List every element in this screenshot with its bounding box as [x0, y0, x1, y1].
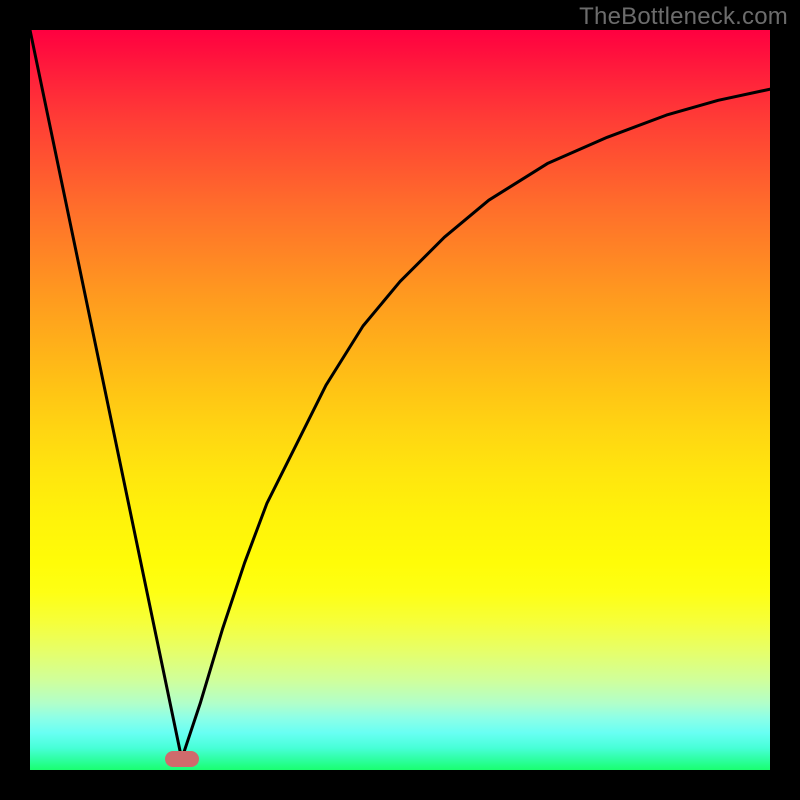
chart-container: TheBottleneck.com: [0, 0, 800, 800]
curve-path: [30, 30, 770, 759]
chart-svg: [30, 30, 770, 770]
watermark-text: TheBottleneck.com: [579, 3, 788, 31]
plot-area: [30, 30, 770, 770]
minimum-marker: [165, 751, 199, 767]
